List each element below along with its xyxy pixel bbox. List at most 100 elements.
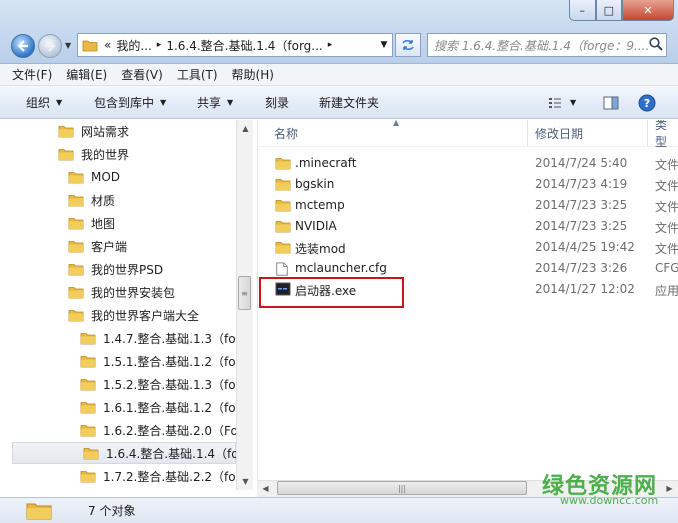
file-date-modified: 2014/7/23 4:19: [535, 177, 628, 191]
tree-item-label: 1.6.4.整合.基础.1.4（forg: [106, 446, 236, 461]
address-crumb-separator[interactable]: ▸: [328, 40, 333, 50]
file-type: CFG: [655, 261, 678, 275]
search-icon[interactable]: [648, 36, 666, 54]
file-date-modified: 2014/7/23 3:26: [535, 261, 628, 275]
tree-item[interactable]: 客户端: [68, 235, 127, 257]
address-crumb-current[interactable]: 1.6.4.整合.基础.1.4（forg...: [166, 37, 322, 54]
file-type: 文件: [655, 179, 678, 193]
help-icon: ?: [638, 94, 656, 111]
tree-item[interactable]: 网站需求: [58, 120, 129, 142]
address-crumb-parent[interactable]: 我的...: [116, 37, 151, 54]
horizontal-scrollbar-thumb[interactable]: |||: [277, 481, 527, 495]
refresh-button[interactable]: [395, 33, 421, 57]
folder-icon: [80, 425, 96, 437]
folder-icon: [275, 240, 291, 254]
tree-item-label: 1.6.2.整合.基础.2.0（Forg: [103, 423, 236, 438]
folder-icon: [58, 149, 74, 161]
change-view-button[interactable]: ▼: [548, 86, 576, 119]
recent-pages-dropdown[interactable]: ▼: [65, 41, 75, 51]
tree-item[interactable]: 1.5.1.整合.基础.1.2（forg: [80, 350, 236, 372]
chevron-down-icon: ▼: [56, 98, 63, 107]
file-date-modified: 2014/7/23 3:25: [535, 219, 628, 233]
preview-pane-button[interactable]: [603, 86, 619, 119]
file-row[interactable]: NVIDIA 2014/7/23 3:25 文件: [258, 216, 678, 237]
file-row[interactable]: 选装mod 2014/4/25 19:42 文件: [258, 237, 678, 258]
preview-pane-icon: [603, 96, 619, 109]
tree-item[interactable]: MOD: [68, 166, 120, 188]
back-button[interactable]: [11, 34, 35, 58]
menu-view[interactable]: 查看(V): [121, 66, 163, 83]
address-crumb-separator[interactable]: ▸: [157, 40, 162, 50]
tree-item[interactable]: 我的世界: [58, 143, 129, 165]
tree-item-label: 我的世界PSD: [91, 262, 164, 277]
folder-icon: [80, 402, 96, 414]
organize-label: 组织: [26, 96, 51, 110]
folder-icon: [58, 126, 74, 138]
file-name: bgskin: [295, 177, 335, 191]
menu-help[interactable]: 帮助(H): [232, 66, 274, 83]
file-name: .minecraft: [295, 156, 357, 170]
search-input[interactable]: 搜索 1.6.4.整合.基础.1.4（forge：9....: [427, 33, 667, 57]
folder-icon: [68, 172, 84, 184]
status-item-count: 7 个对象: [88, 504, 136, 518]
tree-item[interactable]: 1.7.2.整合.基础.2.2（forg: [80, 465, 236, 487]
tree-item[interactable]: 我的世界安装包: [68, 281, 175, 303]
scroll-down-arrow-icon[interactable]: ▼: [237, 477, 254, 486]
menu-file[interactable]: 文件(F): [12, 66, 52, 83]
minimize-button[interactable]: –: [569, 0, 596, 21]
tree-item[interactable]: 我的世界PSD: [68, 258, 163, 280]
folder-icon: [80, 379, 96, 391]
file-row[interactable]: .minecraft 2014/7/24 5:40 文件: [258, 153, 678, 174]
folder-icon: [68, 310, 84, 322]
tree-item[interactable]: 1.4.7.整合.基础.1.3（forg: [80, 327, 236, 349]
tree-item-label: 我的世界: [81, 147, 130, 162]
tree-item-label: 1.7.2.整合.基础.2.2（forg: [103, 469, 236, 484]
menu-edit[interactable]: 编辑(E): [66, 66, 107, 83]
column-header-type[interactable]: 类型: [655, 120, 678, 149]
tree-item[interactable]: 我的世界客户端大全: [68, 304, 199, 326]
file-row[interactable]: mclauncher.cfg 2014/7/23 3:26 CFG: [258, 258, 678, 279]
sort-ascending-icon: ▲: [393, 120, 400, 127]
scroll-up-arrow-icon[interactable]: ▲: [237, 124, 254, 133]
address-crumb-overflow[interactable]: «: [104, 38, 111, 52]
document-icon: [275, 261, 291, 276]
column-separator[interactable]: [527, 120, 528, 146]
column-separator[interactable]: [647, 120, 648, 146]
include-in-library-button[interactable]: 包含到库中 ▼: [94, 86, 166, 119]
file-type: 文件: [655, 200, 678, 214]
organize-button[interactable]: 组织 ▼: [26, 86, 62, 119]
tree-scrollbar-thumb[interactable]: ≡: [238, 276, 251, 310]
address-bar[interactable]: « 我的... ▸ 1.6.4.整合.基础.1.4（forg... ▸: [77, 33, 393, 57]
share-button[interactable]: 共享 ▼: [197, 86, 233, 119]
scroll-left-arrow-icon[interactable]: ◀: [257, 484, 274, 493]
file-row[interactable]: mctemp 2014/7/23 3:25 文件: [258, 195, 678, 216]
file-type: 文件: [655, 221, 678, 235]
tree-item[interactable]: 地图: [68, 212, 115, 234]
forward-button[interactable]: [38, 34, 62, 58]
tree-item[interactable]: 1.6.4.整合.基础.1.4（forg: [12, 442, 236, 464]
view-list-icon: [549, 97, 561, 108]
tree-item[interactable]: 1.5.2.整合.基础.1.3（forg: [80, 373, 236, 395]
maximize-button[interactable]: □: [595, 0, 623, 21]
folder-icon: [80, 356, 96, 368]
column-header-name[interactable]: 名称: [274, 120, 298, 146]
file-row[interactable]: bgskin 2014/7/23 4:19 文件: [258, 174, 678, 195]
burn-button[interactable]: 刻录: [265, 86, 289, 119]
address-dropdown[interactable]: ▼: [375, 33, 393, 57]
tree-item[interactable]: 1.6.1.整合.基础.1.2（forg: [80, 396, 236, 418]
tree-item[interactable]: 1.6.2.整合.基础.2.0（Forg: [80, 419, 236, 441]
watermark-url: www.downcc.com: [560, 494, 659, 507]
folder-icon: [68, 195, 84, 207]
file-type: 应用: [655, 284, 678, 298]
column-header-modified[interactable]: 修改日期: [535, 120, 583, 146]
tree-item-label: 我的世界安装包: [91, 285, 176, 300]
new-folder-button[interactable]: 新建文件夹: [319, 86, 379, 119]
file-name: mclauncher.cfg: [295, 261, 387, 275]
help-button[interactable]: ?: [638, 86, 656, 119]
column-header-bar: [258, 120, 678, 147]
menu-tools[interactable]: 工具(T): [177, 66, 218, 83]
tree-item[interactable]: 材质: [68, 189, 115, 211]
file-date-modified: 2014/4/25 19:42: [535, 240, 635, 254]
folder-icon: [68, 287, 84, 299]
close-button[interactable]: ✕: [622, 0, 674, 21]
